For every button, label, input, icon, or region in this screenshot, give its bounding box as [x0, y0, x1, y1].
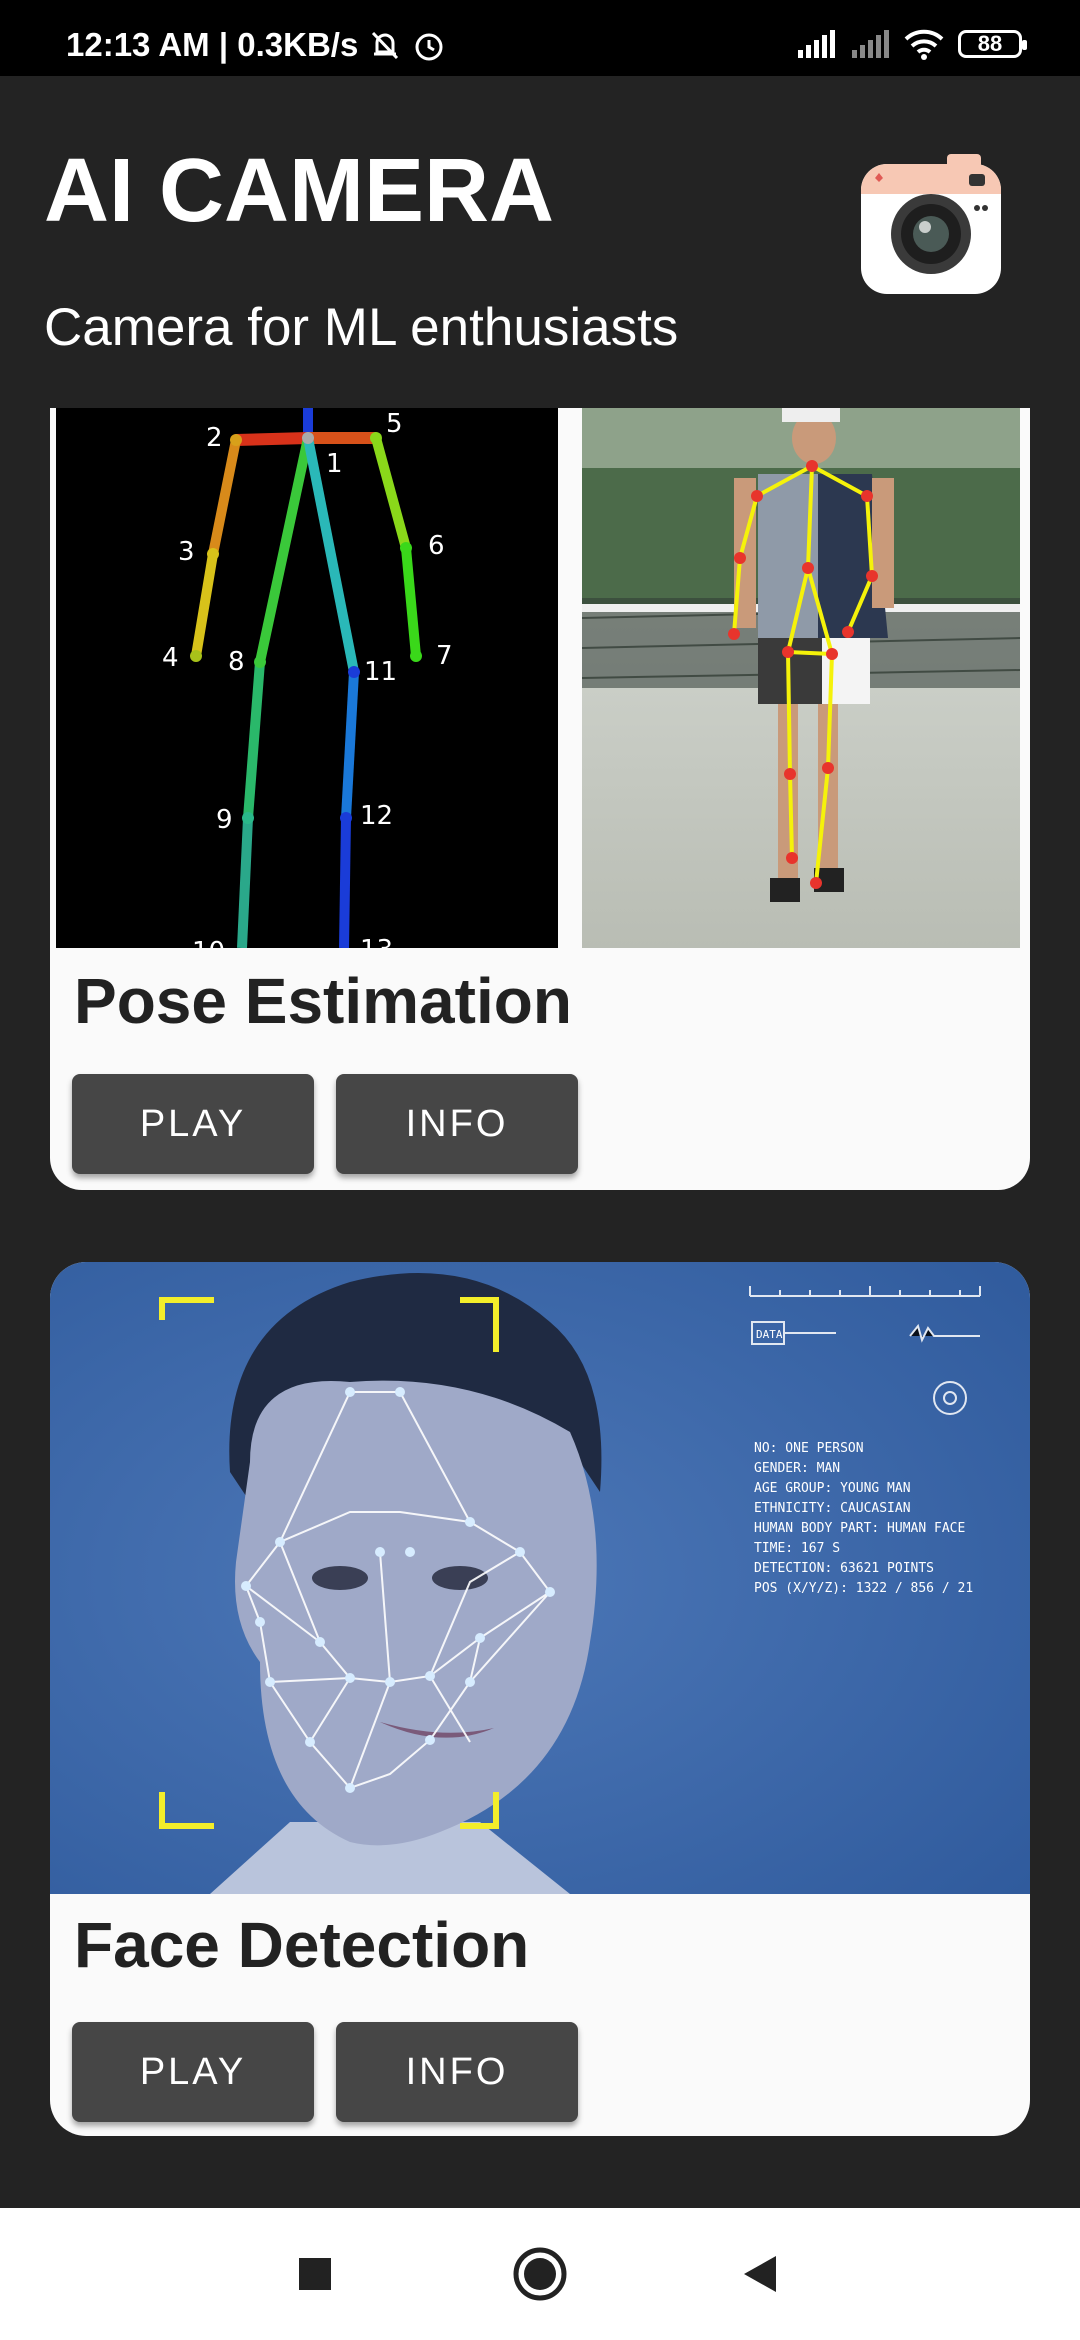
recents-square-icon	[299, 2258, 331, 2290]
keypoint-label: 3	[178, 537, 195, 567]
pose-play-button[interactable]: PLAY	[72, 1074, 314, 1174]
battery-icon: 88	[958, 30, 1027, 58]
hud-line: AGE GROUP: YOUNG MAN	[754, 1481, 911, 1496]
keypoint-label: 6	[428, 531, 445, 561]
hud-line: DETECTION: 63621 POINTS	[754, 1561, 934, 1576]
signal-icon	[852, 30, 889, 58]
hud-line: NO: ONE PERSON	[754, 1441, 864, 1456]
app-subtitle: Camera for ML enthusiasts	[44, 298, 679, 357]
face-info-button[interactable]: INFO	[336, 2022, 578, 2122]
hud-data-tag: DATA	[756, 1328, 783, 1341]
keypoint-label: 10	[192, 937, 225, 948]
pose-photo-image	[582, 408, 1020, 948]
home-circle-icon	[513, 2247, 567, 2301]
pose-info-button[interactable]: INFO	[336, 1074, 578, 1174]
card-title: Pose Estimation	[74, 965, 572, 1037]
pose-skeleton-image: 1 2 3 4 5 6 7 8 9 10 11 12 13	[56, 408, 558, 948]
mute-icon	[372, 31, 399, 60]
back-triangle-icon	[744, 2256, 776, 2292]
pose-estimation-card: 1 2 3 4 5 6 7 8 9 10 11 12 13	[50, 408, 1030, 1190]
battery-level: 88	[977, 31, 1003, 56]
camera-logo-icon	[861, 154, 1001, 294]
status-bar: 12:13 AM | 0.3KB/s 88	[0, 0, 1080, 76]
hud-line: ETHNICITY: CAUCASIAN	[754, 1501, 911, 1516]
home-button[interactable]	[508, 2242, 572, 2306]
face-detection-card: DATA NO: ONE PERSON GENDER: MAN AGE GROU…	[50, 1262, 1030, 2136]
signal-icon	[798, 30, 835, 58]
hud-line: GENDER: MAN	[754, 1461, 840, 1476]
keypoint-label: 11	[364, 657, 397, 687]
face-play-button[interactable]: PLAY	[72, 2022, 314, 2122]
keypoint-label: 13	[360, 935, 393, 948]
app-title: AI CAMERA	[44, 141, 554, 241]
navigation-bar	[0, 2208, 1080, 2340]
alarm-icon	[415, 33, 443, 61]
keypoint-label: 1	[326, 449, 343, 479]
hud-line: POS (X/Y/Z): 1322 / 856 / 21	[754, 1581, 973, 1596]
hud-line: HUMAN BODY PART: HUMAN FACE	[754, 1521, 965, 1536]
keypoint-label: 12	[360, 801, 393, 831]
keypoint-label: 7	[436, 641, 453, 671]
keypoint-label: 5	[386, 409, 403, 439]
keypoint-label: 4	[162, 643, 179, 673]
hud-line: TIME: 167 S	[754, 1541, 840, 1556]
recents-button[interactable]	[283, 2242, 347, 2306]
face-detection-image: DATA NO: ONE PERSON GENDER: MAN AGE GROU…	[50, 1262, 1030, 1894]
keypoint-label: 9	[216, 805, 233, 835]
keypoint-label: 2	[206, 423, 223, 453]
status-time-speed: 12:13 AM | 0.3KB/s	[66, 26, 359, 63]
back-button[interactable]	[728, 2242, 792, 2306]
wifi-icon	[904, 29, 944, 60]
keypoint-label: 8	[228, 647, 245, 677]
card-title: Face Detection	[74, 1909, 530, 1981]
